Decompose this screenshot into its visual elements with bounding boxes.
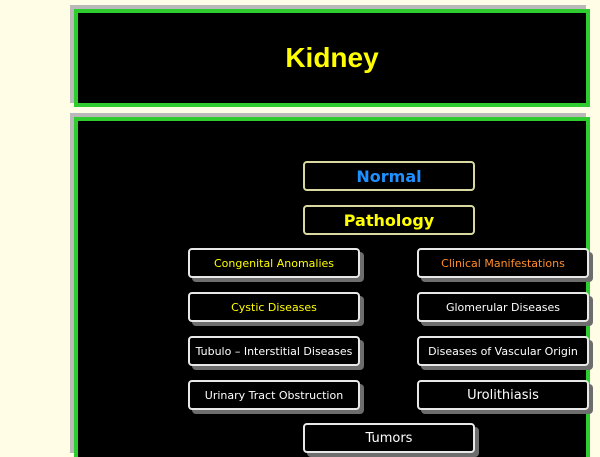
tumors-button[interactable]: Tumors bbox=[303, 423, 475, 453]
urinary-tract-obstruction-button[interactable]: Urinary Tract Obstruction bbox=[188, 380, 360, 410]
tubulo-interstitial-diseases-button[interactable]: Tubulo – Interstitial Diseases bbox=[188, 336, 360, 366]
urolithiasis-button[interactable]: Urolithiasis bbox=[417, 380, 589, 410]
congenital-anomalies-button[interactable]: Congenital Anomalies bbox=[188, 248, 360, 278]
pathology-button[interactable]: Pathology bbox=[303, 205, 475, 235]
page-title: Kidney bbox=[285, 42, 379, 73]
glomerular-diseases-button[interactable]: Glomerular Diseases bbox=[417, 292, 589, 322]
title-panel: Kidney bbox=[74, 9, 590, 107]
cystic-diseases-button[interactable]: Cystic Diseases bbox=[188, 292, 360, 322]
vascular-origin-diseases-button[interactable]: Diseases of Vascular Origin bbox=[417, 336, 589, 366]
clinical-manifestations-button[interactable]: Clinical Manifestations bbox=[417, 248, 589, 278]
normal-button[interactable]: Normal bbox=[303, 161, 475, 191]
